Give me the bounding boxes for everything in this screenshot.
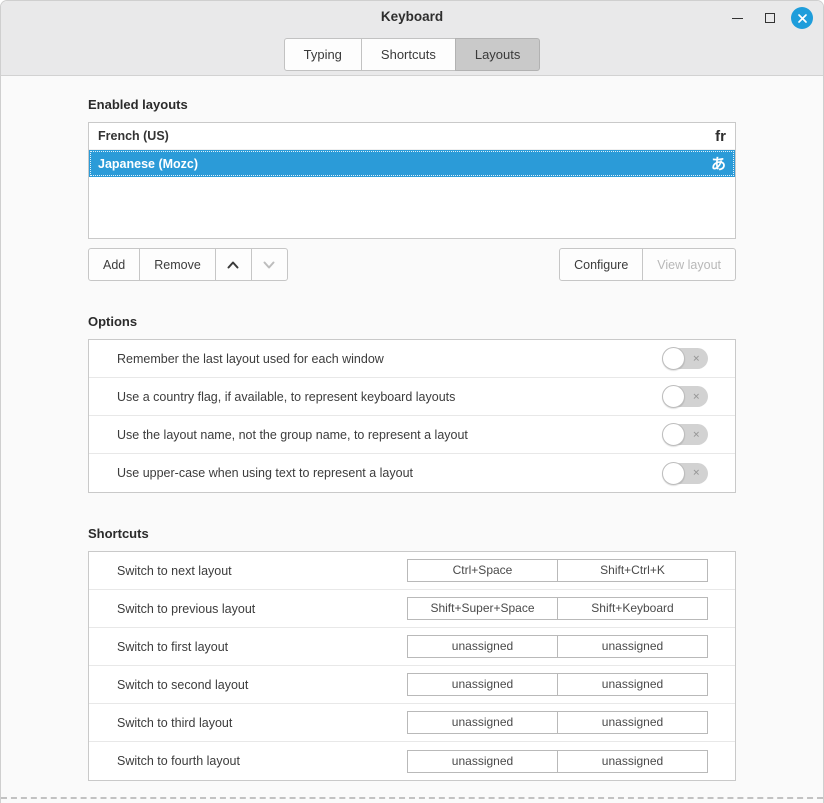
- shortcut-bindings: unassignedunassigned: [407, 635, 708, 658]
- option-label: Use the layout name, not the group name,…: [117, 428, 663, 442]
- layout-indicator: あ: [711, 153, 726, 174]
- keybinding-cell[interactable]: Shift+Ctrl+K: [557, 559, 708, 582]
- shortcut-label: Switch to second layout: [117, 678, 407, 692]
- shortcut-row: Switch to previous layoutShift+Super+Spa…: [89, 590, 735, 628]
- add-layout-button[interactable]: Add: [88, 248, 140, 281]
- minimize-icon: [732, 18, 743, 19]
- option-row: Remember the last layout used for each w…: [89, 340, 735, 378]
- keybinding-cell[interactable]: Ctrl+Space: [407, 559, 558, 582]
- keybinding-cell[interactable]: Shift+Super+Space: [407, 597, 558, 620]
- layout-name: Japanese (Mozc): [98, 157, 711, 171]
- keybinding-cell[interactable]: unassigned: [557, 673, 708, 696]
- option-row: Use a country flag, if available, to rep…: [89, 378, 735, 416]
- tab-layouts[interactable]: Layouts: [455, 38, 541, 71]
- toggle-knob: [662, 347, 685, 370]
- shortcut-row: Switch to fourth layoutunassignedunassig…: [89, 742, 735, 780]
- shortcut-label: Switch to next layout: [117, 564, 407, 578]
- toggle-off-icon: ✕: [692, 467, 700, 478]
- shortcut-bindings: Ctrl+SpaceShift+Ctrl+K: [407, 559, 708, 582]
- toggle-off-icon: ✕: [692, 429, 700, 440]
- layout-list-toolbar: Add Remove Configure View layout: [88, 248, 736, 281]
- bottom-dashed-line: [1, 797, 823, 799]
- shortcuts-header: Shortcuts: [88, 526, 736, 541]
- shortcut-bindings: unassignedunassigned: [407, 711, 708, 734]
- toggle-switch[interactable]: ✕: [663, 463, 708, 484]
- move-down-button[interactable]: [251, 248, 288, 281]
- keyboard-settings-window: Keyboard TypingShortcutsLayouts Enabled …: [0, 0, 824, 803]
- keybinding-cell[interactable]: unassigned: [557, 635, 708, 658]
- tab-shortcuts[interactable]: Shortcuts: [361, 38, 456, 71]
- layouts-page: Enabled layouts French (US)frJapanese (M…: [1, 76, 823, 803]
- toggle-off-icon: ✕: [692, 391, 700, 402]
- toggle-knob: [662, 385, 685, 408]
- toggle-knob: [662, 423, 685, 446]
- minimize-button[interactable]: [725, 6, 749, 30]
- maximize-button[interactable]: [758, 6, 782, 30]
- shortcut-label: Switch to previous layout: [117, 602, 407, 616]
- remove-layout-button[interactable]: Remove: [139, 248, 216, 281]
- shortcut-row: Switch to next layoutCtrl+SpaceShift+Ctr…: [89, 552, 735, 590]
- toggle-switch[interactable]: ✕: [663, 386, 708, 407]
- titlebar: Keyboard TypingShortcutsLayouts: [1, 1, 823, 76]
- keybinding-cell[interactable]: unassigned: [407, 635, 558, 658]
- toggle-switch[interactable]: ✕: [663, 348, 708, 369]
- layout-list-item[interactable]: French (US)fr: [89, 123, 735, 150]
- layout-action-button-group: Configure View layout: [559, 248, 736, 281]
- options-card: Remember the last layout used for each w…: [88, 339, 736, 493]
- keybinding-cell[interactable]: unassigned: [557, 711, 708, 734]
- keybinding-cell[interactable]: unassigned: [407, 750, 558, 773]
- keybinding-cell[interactable]: Shift+Keyboard: [557, 597, 708, 620]
- chevron-up-icon: [225, 257, 241, 273]
- close-button[interactable]: [791, 7, 813, 29]
- option-label: Use upper-case when using text to repres…: [117, 466, 663, 480]
- enabled-layouts-list: French (US)frJapanese (Mozc)あ: [88, 122, 736, 239]
- option-label: Use a country flag, if available, to rep…: [117, 390, 663, 404]
- window-controls: [725, 6, 813, 30]
- toggle-switch[interactable]: ✕: [663, 424, 708, 445]
- close-icon: [797, 13, 808, 24]
- list-edit-button-group: Add Remove: [88, 248, 288, 281]
- shortcut-bindings: unassignedunassigned: [407, 673, 708, 696]
- keybinding-cell[interactable]: unassigned: [407, 711, 558, 734]
- option-row: Use the layout name, not the group name,…: [89, 416, 735, 454]
- shortcut-bindings: unassignedunassigned: [407, 750, 708, 773]
- keybinding-cell[interactable]: unassigned: [407, 673, 558, 696]
- option-label: Remember the last layout used for each w…: [117, 352, 663, 366]
- shortcuts-card: Switch to next layoutCtrl+SpaceShift+Ctr…: [88, 551, 736, 781]
- configure-button[interactable]: Configure: [559, 248, 643, 281]
- shortcut-label: Switch to fourth layout: [117, 754, 407, 768]
- tab-bar: TypingShortcutsLayouts: [1, 38, 823, 71]
- shortcut-row: Switch to first layoutunassignedunassign…: [89, 628, 735, 666]
- toggle-off-icon: ✕: [692, 353, 700, 364]
- options-header: Options: [88, 314, 736, 329]
- window-title: Keyboard: [1, 9, 823, 24]
- layout-indicator: fr: [715, 128, 726, 145]
- layout-list-item[interactable]: Japanese (Mozc)あ: [89, 150, 735, 177]
- maximize-icon: [765, 13, 775, 23]
- enabled-layouts-header: Enabled layouts: [88, 97, 736, 112]
- move-up-button[interactable]: [215, 248, 252, 281]
- tab-typing[interactable]: Typing: [284, 38, 362, 71]
- chevron-down-icon: [261, 257, 277, 273]
- option-row: Use upper-case when using text to repres…: [89, 454, 735, 492]
- shortcut-label: Switch to first layout: [117, 640, 407, 654]
- shortcut-label: Switch to third layout: [117, 716, 407, 730]
- shortcut-row: Switch to third layoutunassignedunassign…: [89, 704, 735, 742]
- keybinding-cell[interactable]: unassigned: [557, 750, 708, 773]
- layout-name: French (US): [98, 129, 715, 143]
- shortcut-row: Switch to second layoutunassignedunassig…: [89, 666, 735, 704]
- shortcut-bindings: Shift+Super+SpaceShift+Keyboard: [407, 597, 708, 620]
- toggle-knob: [662, 462, 685, 485]
- view-layout-button[interactable]: View layout: [642, 248, 736, 281]
